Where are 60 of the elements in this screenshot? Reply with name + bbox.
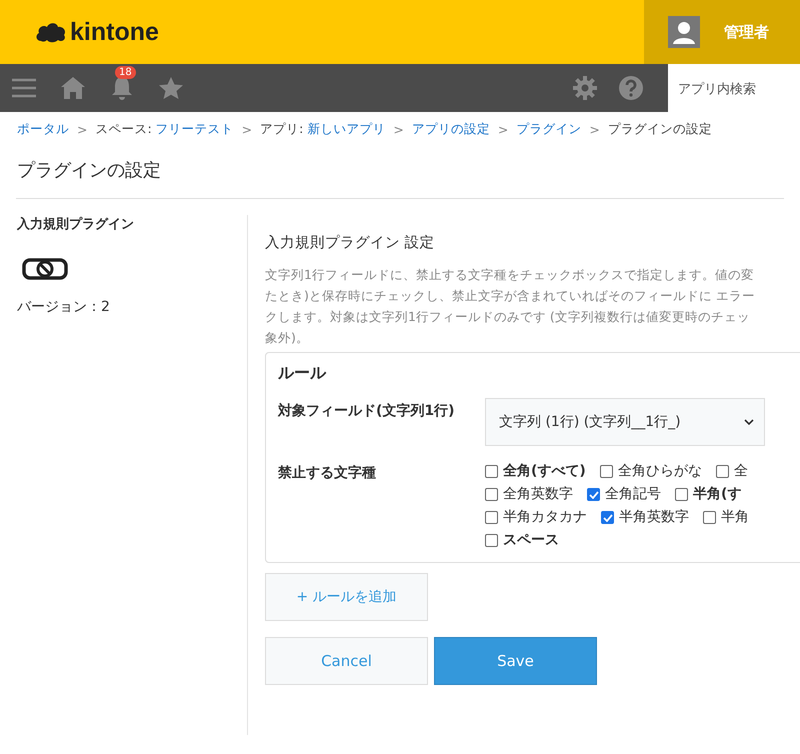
breadcrumb-link[interactable]: 新しいアプリ [307, 121, 386, 138]
breadcrumb-text: アプリ: [260, 121, 304, 138]
field-select[interactable]: 文字列 (1行) (文字列__1行_) [485, 398, 765, 446]
checkbox-option[interactable]: 半角(す [675, 483, 742, 506]
checkbox[interactable] [703, 511, 716, 524]
breadcrumb-link[interactable]: プラグイン [516, 121, 582, 138]
breadcrumb-link[interactable]: ポータル [17, 121, 69, 138]
user-name: 管理者 [724, 22, 769, 42]
breadcrumb-separator: > [589, 122, 600, 137]
checkbox-option[interactable]: 全 [716, 460, 748, 483]
check-icon [602, 514, 612, 522]
checkbox-option[interactable]: 全角(すべて) [485, 460, 586, 483]
logo-text: kintone [70, 18, 159, 46]
checkbox[interactable] [601, 511, 614, 524]
menu-icon[interactable] [12, 78, 36, 98]
cloud-logo-icon [35, 21, 67, 43]
checkbox-option[interactable]: 半角 [703, 506, 749, 529]
plugin-icon [22, 258, 68, 280]
checkbox[interactable] [675, 488, 688, 501]
chevron-down-icon [744, 419, 754, 425]
breadcrumb-link[interactable]: アプリの設定 [412, 121, 490, 138]
breadcrumb-link[interactable]: フリーテスト [156, 121, 234, 138]
checkbox[interactable] [587, 488, 600, 501]
field-label: 対象フィールド(文字列1行) [278, 402, 456, 421]
checkbox[interactable] [485, 488, 498, 501]
checkbox[interactable] [600, 465, 613, 478]
breadcrumb-separator: > [498, 122, 508, 137]
rule-heading: ルール [278, 363, 328, 384]
search-field[interactable]: アプリ内検索 [668, 64, 800, 112]
help-icon[interactable] [618, 75, 644, 101]
checkbox[interactable] [485, 465, 498, 478]
settings-title: 入力規則プラグイン 設定 [265, 234, 436, 252]
checkbox-option[interactable]: 半角英数字 [601, 506, 689, 529]
user-avatar-icon [668, 16, 700, 48]
star-icon[interactable] [158, 76, 184, 100]
checkbox-option[interactable]: 半角カタカナ [485, 506, 587, 529]
breadcrumb-separator: > [393, 122, 404, 137]
check-icon [588, 490, 598, 498]
plugin-name: 入力規則プラグイン [17, 216, 135, 233]
description-line: クします。対象は文字列1行フィールドのみです (文字列複数行は値変更時のチェッ [265, 308, 751, 326]
checkbox-option[interactable]: 全角英数字 [485, 483, 573, 506]
checkbox-option[interactable]: スペース [485, 529, 559, 552]
breadcrumb-separator: > [77, 122, 88, 137]
breadcrumb-text: プラグインの設定 [608, 121, 712, 138]
settings-icon[interactable] [572, 75, 598, 101]
checkbox-option[interactable]: 全角記号 [587, 483, 661, 506]
home-icon[interactable] [60, 76, 86, 100]
description-line: たとき)と保存時にチェックし、禁止文字が含まれていればそのフィールドに エラー [265, 287, 756, 305]
version-text: バージョン：2 [17, 298, 111, 316]
breadcrumb-separator: > [242, 122, 252, 137]
page-title: プラグインの設定 [17, 159, 162, 182]
checkbox-option[interactable]: 全角ひらがな [600, 460, 702, 483]
breadcrumb-text: スペース: [95, 121, 153, 138]
description-line: 象外)。 [265, 329, 310, 347]
description-line: 文字列1行フィールドに、禁止する文字種をチェックボックスで指定します。値の変 [265, 266, 755, 284]
notification-badge: 18 [115, 66, 136, 79]
checkbox[interactable] [485, 511, 498, 524]
checkbox[interactable] [485, 534, 498, 547]
types-label: 禁止する文字種 [278, 464, 377, 483]
checkbox[interactable] [716, 465, 729, 478]
